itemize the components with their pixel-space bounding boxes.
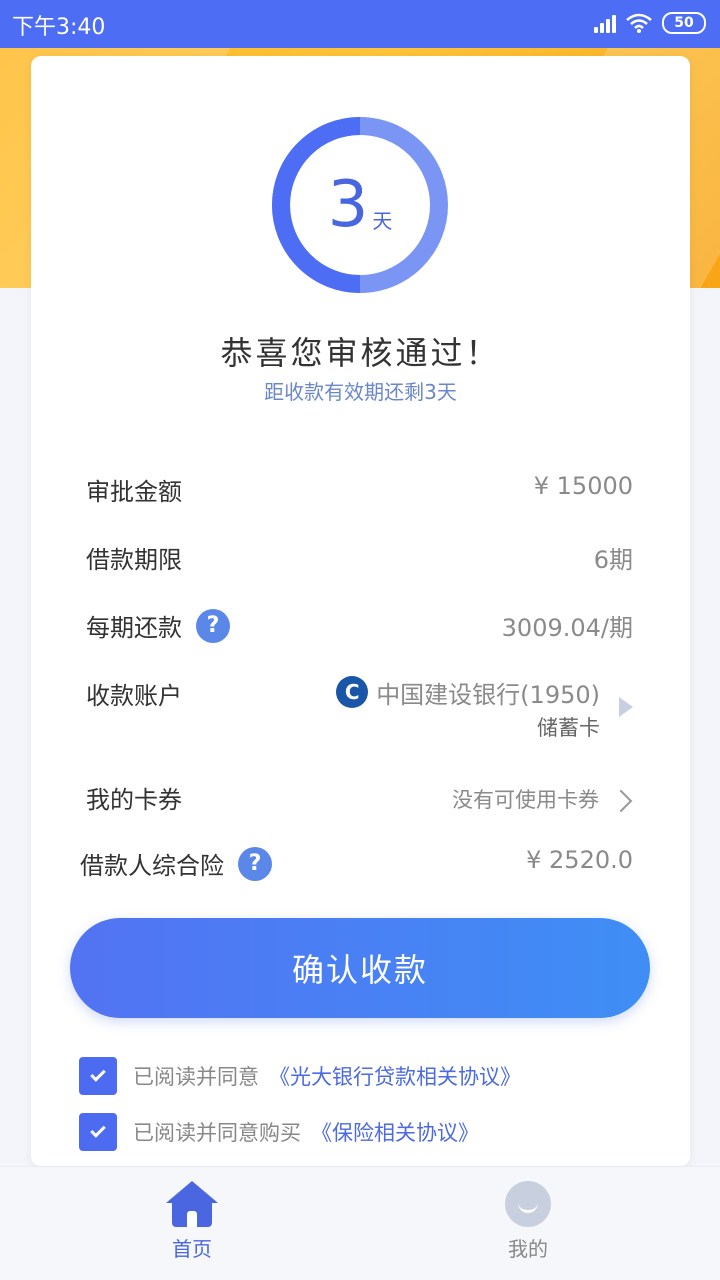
insurance-agreement-link[interactable]: 《保险相关协议》	[311, 1117, 479, 1147]
tab-mine[interactable]: 我的	[468, 1181, 588, 1262]
approved-amount-value: ¥ 15000	[533, 472, 633, 500]
countdown-number: 3	[327, 168, 369, 242]
account-bank-name: 中国建设银行(1950)	[376, 680, 600, 709]
help-icon[interactable]: ?	[196, 608, 230, 643]
insurance-label: 借款人综合险	[80, 852, 224, 880]
agreement-insurance: 已阅读并同意购买 《保险相关协议》	[79, 1112, 479, 1152]
tab-home-label: 首页	[172, 1237, 212, 1261]
installment-value: 3009.04/期	[501, 614, 633, 642]
status-icons: 50	[594, 12, 706, 34]
checkbox-checked-icon[interactable]	[79, 1057, 117, 1095]
countdown-unit: 天	[372, 208, 393, 233]
checkbox-checked-icon[interactable]	[79, 1113, 117, 1151]
wifi-icon	[626, 13, 652, 33]
agreement-insurance-text: 已阅读并同意购买	[133, 1121, 301, 1145]
signal-icon	[594, 13, 616, 33]
insurance-row: 借款人综合险 ? ¥ 2520.0	[31, 838, 690, 886]
help-icon[interactable]: ?	[238, 846, 272, 881]
loan-agreement-link[interactable]: 《光大银行贷款相关协议》	[269, 1061, 521, 1091]
countdown-value: 3 天	[271, 116, 449, 294]
approved-amount-row: 审批金额 ¥ 15000	[31, 464, 690, 512]
chevron-right-icon	[609, 789, 633, 813]
account-selector[interactable]: C 中国建设银行(1950)	[336, 672, 600, 712]
insurance-value: ¥ 2520.0	[526, 846, 633, 874]
tab-mine-label: 我的	[508, 1237, 548, 1261]
bottom-tab-bar: 首页 我的	[0, 1166, 720, 1280]
approval-card: 3 天 恭喜您审核通过！ 距收款有效期还剩3天 审批金额 ¥ 15000 借款期…	[31, 56, 690, 1166]
countdown-ring: 3 天	[271, 116, 449, 294]
loan-term-row: 借款期限 6期	[31, 532, 690, 580]
profile-icon	[505, 1181, 551, 1227]
account-card-type: 储蓄卡	[537, 716, 600, 740]
page-title: 恭喜您审核通过！	[220, 334, 501, 372]
confirm-receive-button[interactable]: 确认收款	[70, 918, 650, 1018]
agreement-loan-text: 已阅读并同意	[133, 1065, 259, 1089]
account-label: 收款账户	[86, 682, 182, 710]
agreement-loan: 已阅读并同意 《光大银行贷款相关协议》	[79, 1056, 521, 1096]
ccb-bank-logo-icon: C	[336, 676, 369, 708]
coupons-label: 我的卡券	[86, 786, 182, 814]
tab-home[interactable]: 首页	[132, 1181, 252, 1262]
coupons-row[interactable]: 我的卡券 没有可使用卡券	[31, 772, 690, 820]
approved-amount-label: 审批金额	[86, 478, 182, 506]
loan-term-value: 6期	[593, 546, 633, 574]
installment-row: 每期还款 ? 3009.04/期	[31, 600, 690, 648]
battery-icon: 50	[662, 12, 706, 34]
installment-label: 每期还款	[86, 614, 182, 642]
status-time: 下午3:40	[12, 15, 106, 40]
loan-term-label: 借款期限	[86, 546, 182, 574]
status-bar: 下午3:40 50	[0, 0, 720, 48]
coupons-value: 没有可使用卡券	[452, 788, 599, 812]
validity-notice: 距收款有效期还剩3天	[264, 380, 457, 404]
home-icon	[166, 1181, 218, 1227]
triangle-right-icon[interactable]	[619, 697, 633, 717]
